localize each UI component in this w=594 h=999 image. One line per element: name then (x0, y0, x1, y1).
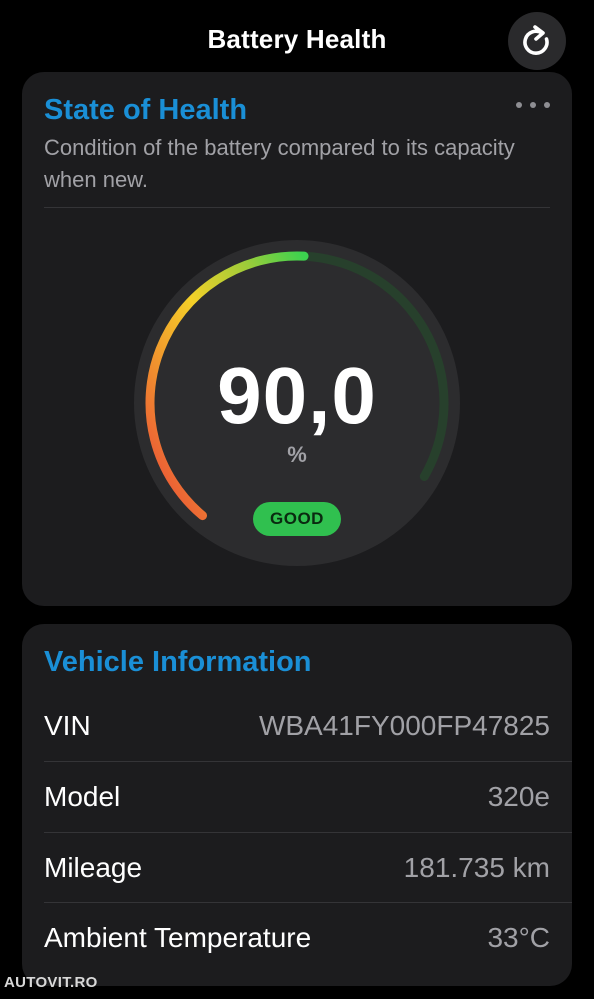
page-title: Battery Health (207, 24, 387, 54)
health-gauge: 90,0 % GOOD (134, 240, 460, 566)
ambient-temperature-label: Ambient Temperature (44, 922, 312, 953)
health-value: 90,0 (217, 351, 377, 440)
vehicle-information-card: Vehicle Information VIN WBA41FY000FP4782… (22, 624, 572, 986)
vin-value: WBA41FY000FP47825 (258, 710, 550, 741)
model-label: Model (44, 781, 121, 812)
vehicle-info-title: Vehicle Information (44, 646, 312, 678)
info-row-ambient-temperature: Ambient Temperature 33°C (44, 903, 550, 973)
mileage-value: 181.735 km (403, 852, 550, 883)
info-row-mileage: Mileage 181.735 km (44, 833, 550, 903)
health-unit: % (287, 442, 307, 467)
watermark: AUTOVIT.RO (4, 974, 98, 991)
info-row-vin: VIN WBA41FY000FP47825 (44, 691, 550, 761)
ambient-temperature-value: 33°C (487, 922, 550, 953)
status-badge: GOOD (253, 502, 341, 536)
refresh-icon (523, 25, 549, 55)
soh-title: State of Health (44, 94, 248, 126)
model-value: 320e (487, 781, 550, 812)
vin-label: VIN (44, 710, 91, 741)
soh-subtitle: Condition of the battery compared to its… (44, 135, 515, 192)
divider (44, 207, 550, 208)
refresh-button[interactable] (508, 12, 566, 70)
info-row-model: Model 320e (44, 762, 550, 832)
mileage-label: Mileage (44, 852, 143, 883)
state-of-health-card: State of Health Condition of the battery… (22, 72, 572, 606)
more-options-button[interactable] (516, 98, 550, 112)
more-icon (516, 102, 522, 108)
